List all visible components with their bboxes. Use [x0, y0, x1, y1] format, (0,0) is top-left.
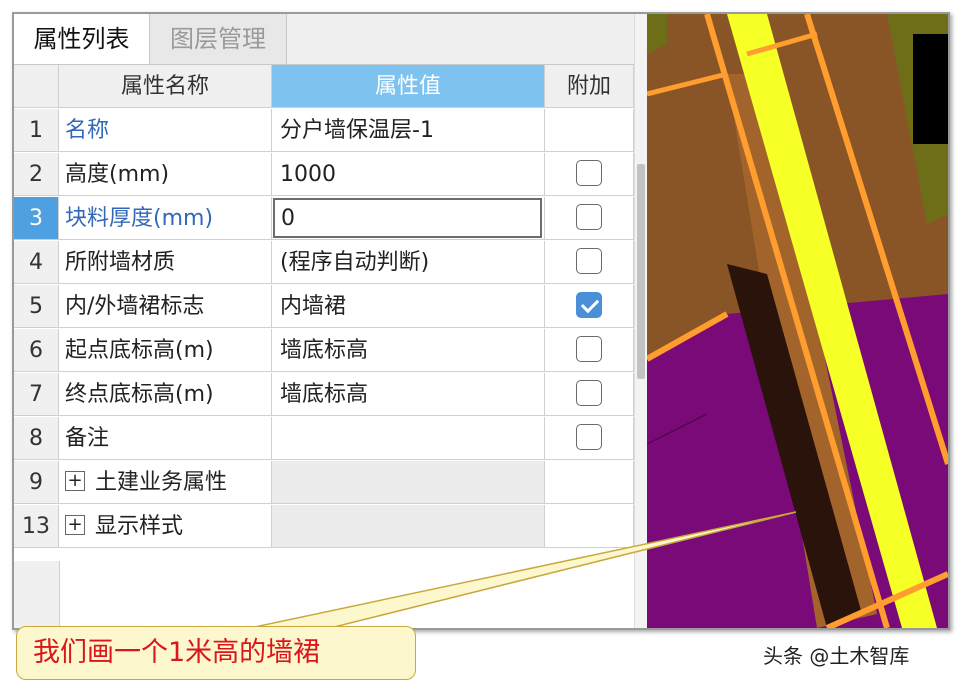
value-edit-input[interactable]: 0: [273, 198, 542, 238]
extra-checkbox-checked[interactable]: [576, 292, 602, 318]
column-header-name[interactable]: 属性名称: [59, 65, 272, 108]
extra-cell: [545, 373, 634, 416]
property-name: 名称: [59, 109, 272, 152]
group-label: 显示样式: [95, 514, 184, 539]
row-number: 6: [14, 329, 59, 372]
property-name: 终点底标高(m): [59, 373, 272, 416]
table-row[interactable]: 8 备注: [14, 417, 634, 461]
group-name-cell: + 土建业务属性: [59, 461, 272, 504]
extra-cell: [545, 285, 634, 328]
group-value-cell: [272, 505, 545, 548]
extra-cell: [545, 153, 634, 196]
property-name: 内/外墙裙标志: [59, 285, 272, 328]
3d-wall-render: [647, 14, 948, 628]
property-value[interactable]: 1000: [272, 153, 545, 196]
table-row[interactable]: 7 终点底标高(m) 墙底标高: [14, 373, 634, 417]
grid-header-row: 属性名称 属性值 附加: [14, 65, 634, 109]
property-name: 起点底标高(m): [59, 329, 272, 372]
table-row[interactable]: 1 名称 分户墙保温层-1: [14, 109, 634, 153]
extra-cell: [545, 461, 634, 504]
row-number: 13: [14, 505, 59, 548]
3d-viewport[interactable]: [647, 14, 948, 628]
row-number: 9: [14, 461, 59, 504]
row-number-selected: 3: [14, 197, 59, 240]
group-value-cell: [272, 461, 545, 504]
extra-checkbox[interactable]: [576, 380, 602, 406]
extra-checkbox[interactable]: [576, 160, 602, 186]
tab-bar: 属性列表 图层管理: [14, 14, 634, 65]
table-row-group[interactable]: 9 + 土建业务属性: [14, 461, 634, 505]
property-value-cell: 0: [272, 197, 545, 240]
row-number: 2: [14, 153, 59, 196]
row-number: 7: [14, 373, 59, 416]
row-number: 5: [14, 285, 59, 328]
property-name: 备注: [59, 417, 272, 460]
property-name: 高度(mm): [59, 153, 272, 196]
extra-cell: [545, 109, 634, 152]
row-number-header: [14, 65, 59, 108]
extra-checkbox[interactable]: [576, 424, 602, 450]
callout-text: 我们画一个1米高的墙裙: [33, 637, 321, 668]
property-name: 块料厚度(mm): [59, 197, 272, 240]
table-row[interactable]: 6 起点底标高(m) 墙底标高: [14, 329, 634, 373]
extra-cell: [545, 329, 634, 372]
property-value[interactable]: 分户墙保温层-1: [272, 109, 545, 152]
expand-icon[interactable]: +: [65, 515, 85, 535]
scrollbar-thumb[interactable]: [637, 164, 645, 379]
extra-checkbox[interactable]: [576, 248, 602, 274]
watermark: 头条 @土木智库: [763, 644, 910, 668]
extra-checkbox[interactable]: [576, 336, 602, 362]
property-name: 所附墙材质: [59, 241, 272, 284]
column-header-value[interactable]: 属性值: [272, 65, 545, 108]
annotation-callout: 我们画一个1米高的墙裙: [16, 626, 416, 680]
extra-checkbox[interactable]: [576, 204, 602, 230]
extra-cell: [545, 197, 634, 240]
tab-layer-management[interactable]: 图层管理: [150, 14, 287, 64]
row-number: 4: [14, 241, 59, 284]
property-value[interactable]: 墙底标高: [272, 373, 545, 416]
extra-cell: [545, 417, 634, 460]
property-value[interactable]: 墙底标高: [272, 329, 545, 372]
property-value[interactable]: 内墙裙: [272, 285, 545, 328]
row-number: 8: [14, 417, 59, 460]
row-number-gutter: [14, 561, 60, 628]
value-edit-text: 0: [281, 206, 295, 231]
property-panel: 属性列表 图层管理 属性名称 属性值 附加 1 名称 分户墙保温层-1 2 高度…: [14, 14, 635, 628]
table-row-group[interactable]: 13 + 显示样式: [14, 505, 634, 549]
property-value[interactable]: [272, 417, 545, 460]
extra-cell: [545, 241, 634, 284]
column-header-extra[interactable]: 附加: [545, 65, 634, 108]
tab-property-list[interactable]: 属性列表: [14, 14, 150, 64]
row-number: 1: [14, 109, 59, 152]
group-label: 土建业务属性: [95, 470, 228, 495]
table-row[interactable]: 3 块料厚度(mm) 0: [14, 197, 634, 241]
group-name-cell: + 显示样式: [59, 505, 272, 548]
expand-icon[interactable]: +: [65, 471, 85, 491]
property-value[interactable]: (程序自动判断): [272, 241, 545, 284]
table-row[interactable]: 5 内/外墙裙标志 内墙裙: [14, 285, 634, 329]
screenshot-frame: 属性列表 图层管理 属性名称 属性值 附加 1 名称 分户墙保温层-1 2 高度…: [12, 12, 950, 630]
table-row[interactable]: 2 高度(mm) 1000: [14, 153, 634, 197]
table-row[interactable]: 4 所附墙材质 (程序自动判断): [14, 241, 634, 285]
extra-cell: [545, 505, 634, 548]
vertical-scrollbar[interactable]: [634, 14, 647, 628]
